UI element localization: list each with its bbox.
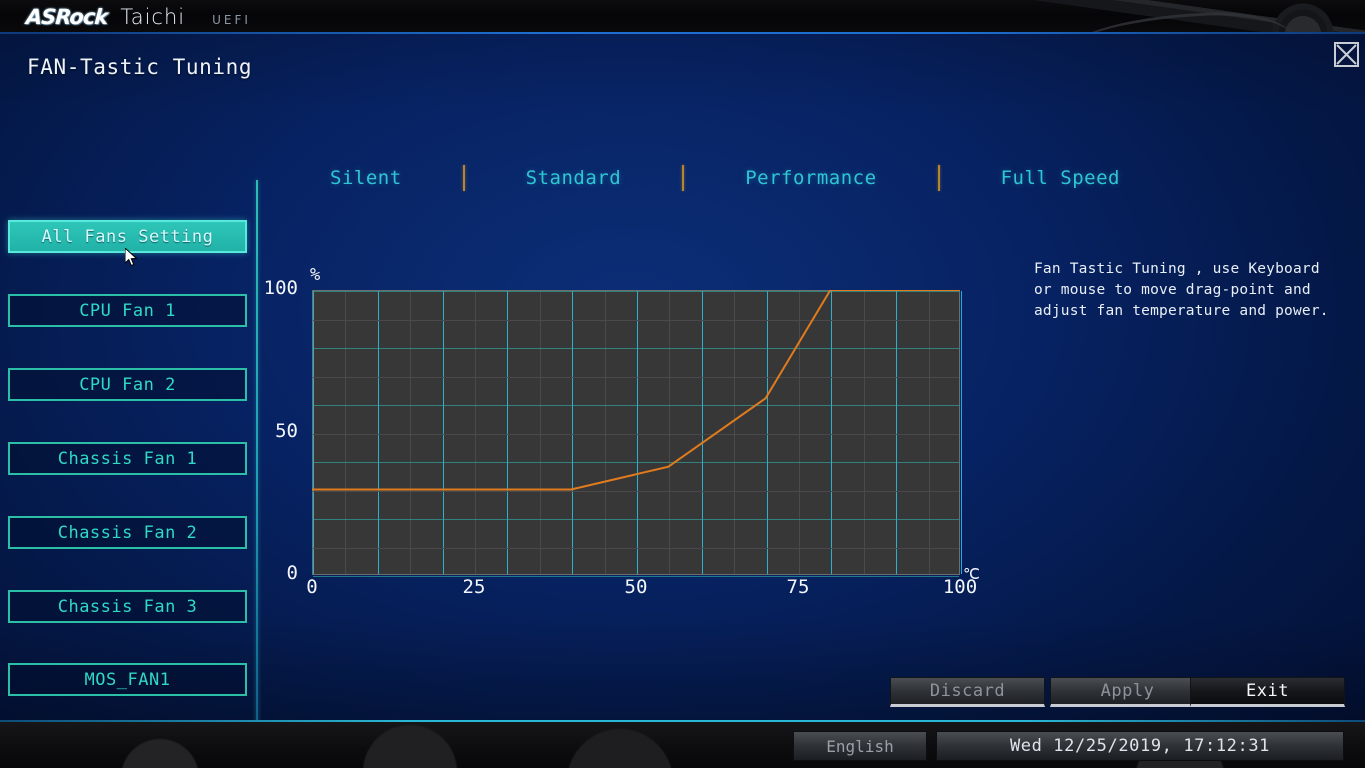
sidebar-item-chassis-fan-1[interactable]: Chassis Fan 1: [8, 442, 247, 475]
mouse-cursor-icon: [125, 248, 139, 272]
tab-full-speed[interactable]: Full Speed: [1001, 167, 1120, 189]
status-bar-topline: [0, 720, 1365, 722]
tab-separator: [682, 165, 684, 191]
tab-separator: [463, 165, 465, 191]
sidebar-item-chassis-fan-2[interactable]: Chassis Fan 2: [8, 516, 247, 549]
sidebar-item-cpu-fan-1[interactable]: CPU Fan 1: [8, 294, 247, 327]
taichi-wordmark: Taichi: [120, 5, 185, 29]
x-axis-tick-label: 0: [282, 576, 342, 598]
y-axis-unit: %: [310, 265, 320, 285]
preset-tabs: Silent Standard Performance Full Speed: [330, 160, 1120, 196]
x-axis-tick-label: 50: [606, 576, 666, 598]
x-axis-tick-label: 100: [930, 576, 990, 598]
y-axis-tick-label: 50: [238, 420, 298, 442]
tab-performance[interactable]: Performance: [745, 167, 876, 189]
help-line-1: Fan Tastic Tuning , use Keyboard: [1034, 259, 1344, 280]
page-title: FAN-Tastic Tuning: [27, 55, 252, 79]
language-selector[interactable]: English: [793, 731, 927, 761]
asrock-wordmark: ASRock: [25, 5, 108, 29]
datetime-display: Wed 12/25/2019, 17:12:31: [936, 731, 1344, 761]
discard-button[interactable]: Discard: [890, 677, 1045, 707]
y-axis-tick-label: 100: [238, 277, 298, 299]
fan-curve-chart[interactable]: % ℃ 0501000255075100: [312, 290, 960, 575]
fan-curve-line[interactable]: [312, 290, 960, 575]
close-icon[interactable]: [1334, 42, 1359, 67]
help-line-2: or mouse to move drag-point and: [1034, 280, 1344, 301]
help-line-3: adjust fan temperature and power.: [1034, 301, 1344, 322]
sidebar-divider: [256, 180, 258, 730]
tab-separator: [938, 165, 940, 191]
chart-gridline-vertical: [961, 291, 962, 574]
sidebar-item-cpu-fan-2[interactable]: CPU Fan 2: [8, 368, 247, 401]
curve-polyline[interactable]: [312, 290, 960, 490]
asrock-logo: ASRock Taichi UEFI: [26, 3, 251, 31]
sidebar-item-mos-fan-1[interactable]: MOS_FAN1: [8, 663, 247, 696]
help-description: Fan Tastic Tuning , use Keyboard or mous…: [1034, 259, 1344, 322]
sidebar-item-chassis-fan-3[interactable]: Chassis Fan 3: [8, 590, 247, 623]
exit-button[interactable]: Exit: [1190, 677, 1345, 707]
tab-standard[interactable]: Standard: [526, 167, 622, 189]
x-axis-tick-label: 75: [768, 576, 828, 598]
apply-button[interactable]: Apply: [1050, 677, 1205, 707]
tab-silent[interactable]: Silent: [330, 167, 402, 189]
brand-bar: ASRock Taichi UEFI: [0, 0, 1365, 34]
main-screen: FAN-Tastic Tuning Silent Standard Perfor…: [0, 34, 1365, 720]
uefi-wordmark: UEFI: [212, 7, 251, 27]
x-axis-tick-label: 25: [444, 576, 504, 598]
gear-decoration-icon: [1035, 0, 1365, 34]
